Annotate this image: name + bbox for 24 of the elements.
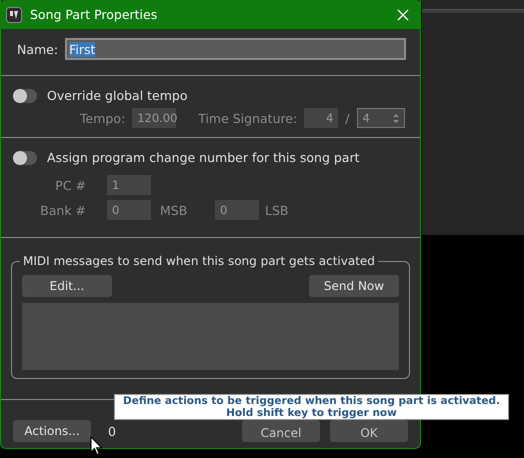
send-now-button[interactable]: Send Now [309,275,399,297]
actions-count: 0 [108,424,117,438]
name-label: Name: [17,42,58,56]
actions-button[interactable]: Actions... [13,420,91,442]
window-title: Song Part Properties [30,7,158,22]
toggle-label: Assign program change number for this song part [47,150,360,165]
toggle-label: Override global tempo [47,88,188,103]
tempo-label: Tempo: [80,110,126,126]
mouse-cursor-icon [90,436,103,456]
close-icon[interactable] [397,8,409,20]
spin-arrows-icon [392,114,398,122]
tooltip-text: Define actions to be triggered when this song part is activated. Hold shift key to trigger now [123,395,500,419]
cancel-button[interactable]: Cancel [242,420,320,442]
app-icon [6,6,22,22]
pc-label: PC # [55,178,86,192]
group-title: MIDI messages to send when this song part gets activated [20,254,378,268]
time-signature-label: Time Signature: [198,110,298,126]
edit-button[interactable]: Edit... [22,275,112,297]
ok-button[interactable]: OK [330,420,408,442]
name-field[interactable]: First [65,38,406,60]
bank-label: Bank # [40,202,86,218]
slash-separator: / [345,110,350,126]
lsb-label: LSB [265,202,290,218]
msb-label: MSB [160,202,188,218]
